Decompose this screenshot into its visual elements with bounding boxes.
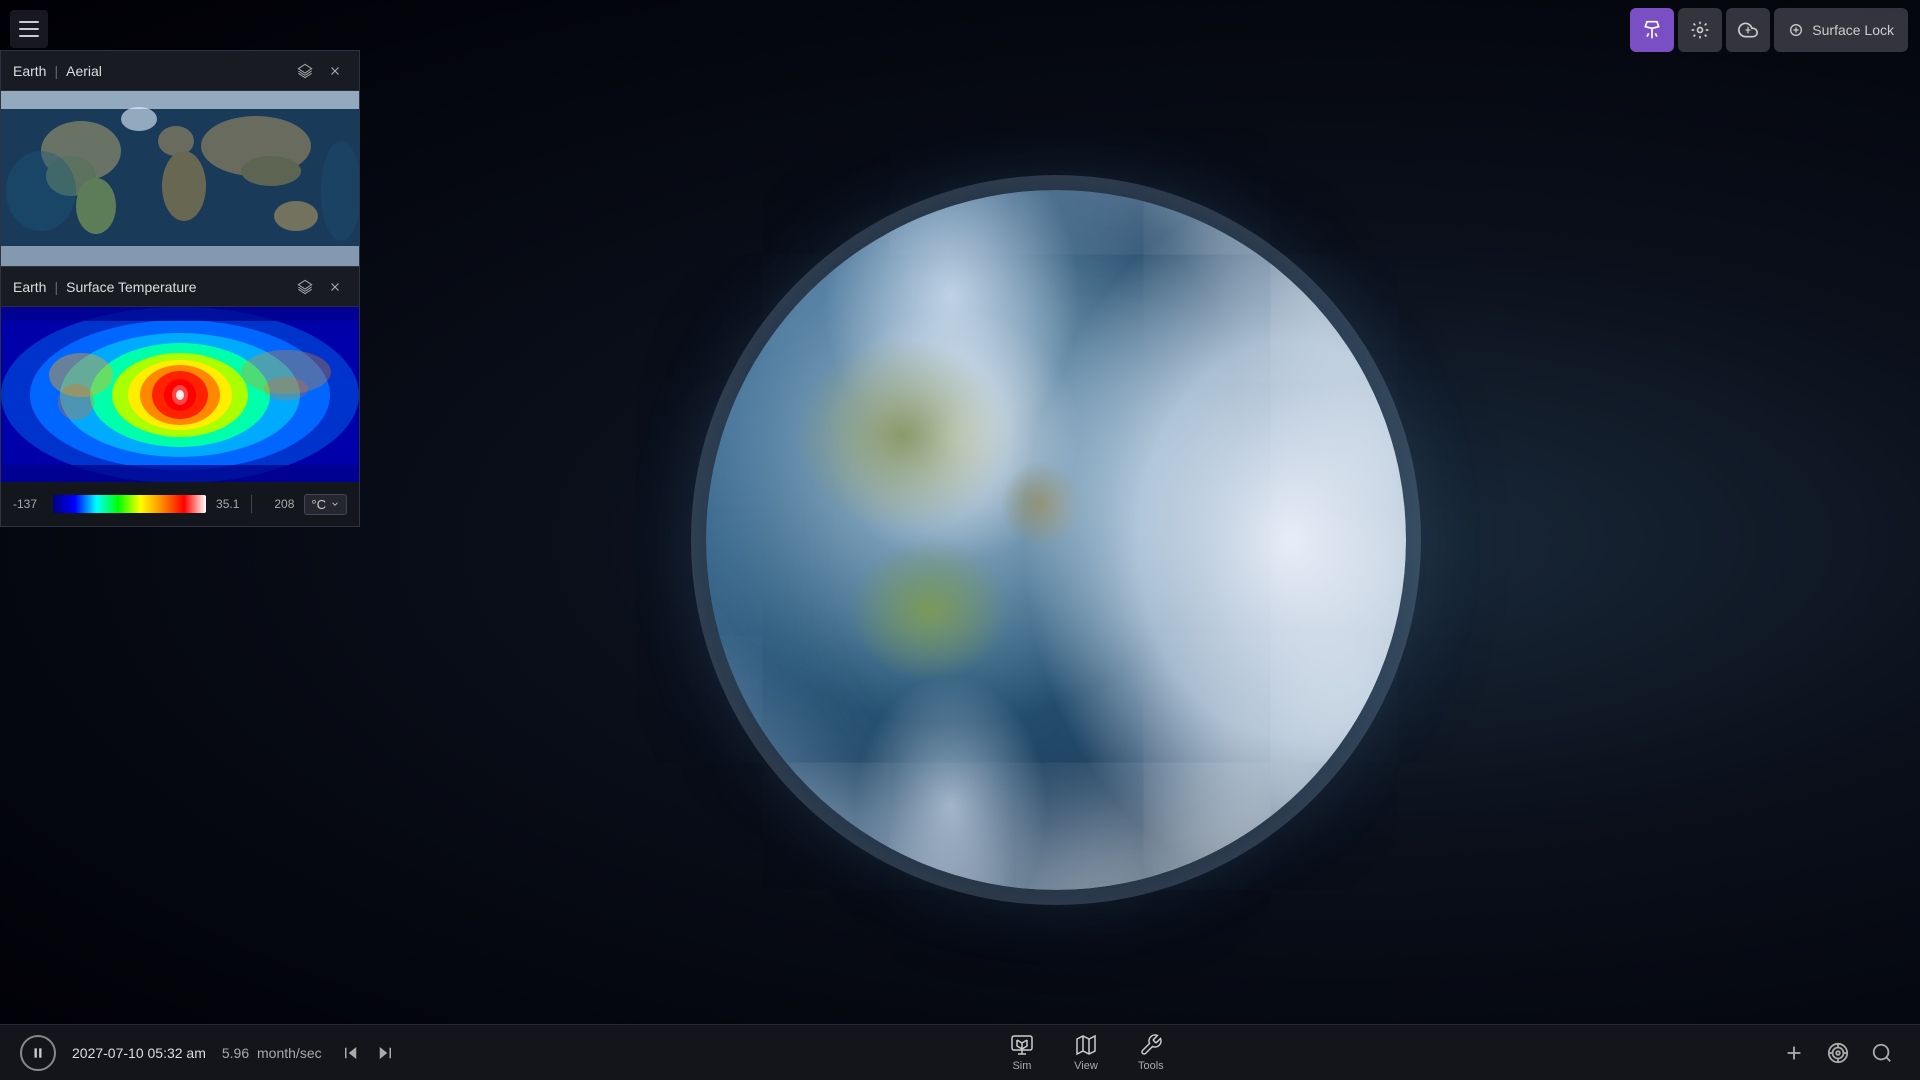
lock-icon [1788,22,1804,38]
temp-max-value: 208 [264,497,294,511]
surface-lock-button[interactable]: Surface Lock [1774,8,1908,52]
view-nav-button[interactable]: View [1066,1029,1106,1076]
bottom-toolbar: 2027-07-10 05:32 am 5.96 month/sec [0,1024,1920,1080]
temp-layers-button[interactable] [293,275,317,299]
speed-unit: month/sec [257,1045,322,1061]
sim-icon [1010,1033,1034,1057]
sim-nav-button[interactable]: Sim [1002,1029,1042,1076]
zoom-in-button[interactable] [1776,1035,1812,1071]
earth-globe [706,190,1406,890]
menu-button[interactable] [10,10,48,48]
earth-clouds [1021,190,1406,890]
aerial-layers-button[interactable] [293,59,317,83]
pause-icon [31,1046,45,1060]
settings-button[interactable] [1678,8,1722,52]
forward-icon [376,1044,394,1062]
speed-display: 5.96 month/sec [222,1045,322,1061]
menu-icon-line3 [19,35,39,37]
datetime-display: 2027-07-10 05:32 am [72,1045,206,1061]
temp-min-value: -137 [13,497,43,511]
temp-layer-name: Surface Temperature [66,279,196,295]
view-label: View [1074,1060,1098,1072]
close-icon-2 [328,280,342,294]
pause-button[interactable] [20,1035,56,1071]
colorbar-divider [251,495,252,513]
aerial-separator: | [54,63,58,79]
right-tools [1756,1035,1920,1071]
rewind-button[interactable] [338,1040,364,1066]
temp-colorbar: -137 35.1 208 °C [1,482,359,526]
panel-container: Earth | Aerial [0,50,360,527]
menu-icon-line2 [19,28,39,30]
flashlight-button[interactable] [1630,8,1674,52]
temp-planet-name: Earth [13,279,46,295]
temp-panel-title: Earth | Surface Temperature [13,279,197,295]
target-icon [1827,1042,1849,1064]
sim-label: Sim [1012,1060,1031,1072]
temp-map-area [1,307,359,482]
aerial-panel-controls [293,59,347,83]
tools-nav-button[interactable]: Tools [1130,1029,1172,1076]
aerial-layer-name: Aerial [66,63,102,79]
playback-section: 2027-07-10 05:32 am 5.96 month/sec [0,1035,418,1071]
layers-icon-2 [297,279,313,295]
aerial-planet-name: Earth [13,63,46,79]
cloud-icon [1738,20,1758,40]
aerial-panel-header: Earth | Aerial [1,51,359,91]
aerial-map-area [1,91,359,266]
surface-lock-label: Surface Lock [1812,22,1894,38]
forward-button[interactable] [372,1040,398,1066]
earth-globe-container[interactable] [706,190,1406,890]
flashlight-icon [1642,20,1662,40]
temp-unit-dropdown[interactable]: °C [304,494,347,515]
aerial-panel-title: Earth | Aerial [13,63,102,79]
nav-section: Sim View Tools [418,1029,1756,1076]
tools-icon [1139,1033,1163,1057]
aerial-map-svg [1,91,359,266]
temp-close-button[interactable] [323,275,347,299]
aerial-close-button[interactable] [323,59,347,83]
speed-value: 5.96 [222,1045,249,1061]
top-toolbar: Surface Lock [1618,0,1920,60]
target-button[interactable] [1820,1035,1856,1071]
temp-map-svg [1,307,359,482]
temp-unit-label: °C [311,497,326,512]
aerial-panel: Earth | Aerial [0,50,360,266]
temp-panel-controls [293,275,347,299]
search-icon [1871,1042,1893,1064]
layers-icon [297,63,313,79]
view-icon [1074,1033,1098,1057]
settings-icon [1690,20,1710,40]
tools-label: Tools [1138,1060,1164,1072]
chevron-down-icon [330,499,340,509]
temp-mid-value: 35.1 [216,497,239,511]
temp-separator: | [54,279,58,295]
rewind-icon [342,1044,360,1062]
plus-icon [1783,1042,1805,1064]
menu-icon [19,21,39,23]
seek-buttons [338,1040,398,1066]
colorbar-gradient [53,495,206,513]
temp-panel-header: Earth | Surface Temperature [1,267,359,307]
close-icon [328,64,342,78]
surface-temp-panel: Earth | Surface Temperature [0,266,360,527]
search-button[interactable] [1864,1035,1900,1071]
cloud-button[interactable] [1726,8,1770,52]
